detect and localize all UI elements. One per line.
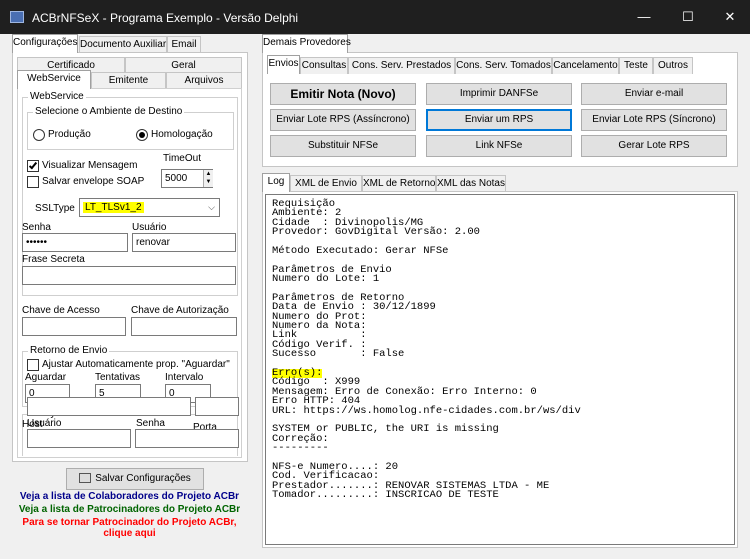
- log-textarea[interactable]: Requisição Ambiente: 2 Cidade : Divinopoli…: [265, 194, 735, 545]
- tab-xml-notas[interactable]: XML das Notas: [436, 175, 506, 192]
- subtab-emitente[interactable]: Emitente: [91, 72, 166, 89]
- chevron-down-icon: ⌵: [208, 202, 215, 212]
- frase-secreta-input[interactable]: [22, 266, 236, 285]
- proxy-senha-input[interactable]: [135, 429, 239, 448]
- provedores-panel: Envios Consultas Cons. Serv. Prestados C…: [262, 52, 738, 167]
- tab-email[interactable]: Email: [167, 36, 201, 53]
- save-icon: [79, 473, 92, 484]
- patrocinadores-link[interactable]: Veja a lista de Patrocinadores do Projet…: [7, 504, 252, 515]
- title-bar: ACBrNFSeX - Programa Exemplo - Versão De…: [0, 0, 750, 34]
- colaboradores-link[interactable]: Veja a lista de Colaboradores do Projeto…: [7, 491, 252, 502]
- tab-cancelamento[interactable]: Cancelamento: [552, 57, 619, 74]
- maximize-button[interactable]: ☐: [678, 8, 698, 26]
- subtab-webservice[interactable]: WebService: [17, 70, 91, 89]
- window-title: ACBrNFSeX - Programa Exemplo - Versão De…: [32, 11, 299, 25]
- log-line: Numero do Lote: 1: [272, 273, 380, 286]
- aguardar-label: Aguardar: [25, 372, 67, 383]
- ssltype-label: SSLType: [35, 203, 75, 214]
- senha-input[interactable]: ••••••: [22, 233, 128, 252]
- producao-radio[interactable]: [33, 129, 45, 141]
- tab-xml-retorno[interactable]: XML de Retorno: [362, 175, 436, 192]
- visualizar-checkbox[interactable]: [27, 160, 39, 172]
- radio-dot: [139, 132, 145, 138]
- tab-documento-auxiliar[interactable]: Documento Auxiliar: [79, 36, 167, 53]
- ambiente-group: Selecione o Ambiente de Destino Produção…: [27, 106, 234, 150]
- tab-cons-serv-prestados[interactable]: Cons. Serv. Prestados: [348, 57, 455, 74]
- ssltype-select[interactable]: LT_TLSv1_2 ⌵: [79, 198, 220, 217]
- tab-outros[interactable]: Outros: [653, 57, 693, 74]
- webservice-group: WebService Selecione o Ambiente de Desti…: [22, 91, 238, 296]
- ambiente-group-title: Selecione o Ambiente de Destino: [33, 106, 185, 118]
- log-line: ---------: [272, 442, 329, 455]
- chave-acesso-input[interactable]: [22, 317, 126, 336]
- tab-xml-envio[interactable]: XML de Envio: [290, 175, 362, 192]
- log-line: Tomador.........: INSCRICAO DE TESTE: [272, 489, 499, 502]
- app-icon: [10, 11, 24, 23]
- host-input[interactable]: [27, 397, 191, 416]
- emitir-nota-button[interactable]: Emitir Nota (Novo): [270, 83, 416, 105]
- salvar-envelope-label: Salvar envelope SOAP: [42, 176, 145, 187]
- tab-teste[interactable]: Teste: [619, 57, 653, 74]
- salvar-envelope-checkbox[interactable]: [27, 176, 39, 188]
- tab-log[interactable]: Log: [262, 173, 290, 192]
- ajustar-checkbox[interactable]: [27, 359, 39, 371]
- link-nfse-button[interactable]: Link NFSe: [426, 135, 572, 157]
- homologacao-label: Homologação: [151, 129, 213, 140]
- tab-cons-serv-tomados[interactable]: Cons. Serv. Tomados: [455, 57, 552, 74]
- subtab-arquivos[interactable]: Arquivos: [166, 72, 242, 89]
- timeout-label: TimeOut: [163, 153, 201, 164]
- tornar-patrocinador-link[interactable]: Para se tornar Patrocinador do Projeto A…: [7, 517, 252, 528]
- proxy-usuario-input[interactable]: [27, 429, 131, 448]
- log-line: Sucesso : False: [272, 348, 405, 361]
- producao-label: Produção: [48, 129, 91, 140]
- enviar-lote-assincrono-button[interactable]: Enviar Lote RPS (Assíncrono): [270, 109, 416, 131]
- chave-autorizacao-input[interactable]: [131, 317, 237, 336]
- webservice-group-title: WebService: [28, 91, 86, 103]
- substituir-nfse-button[interactable]: Substituir NFSe: [270, 135, 416, 157]
- check-icon: [28, 160, 38, 170]
- homologacao-radio[interactable]: [136, 129, 148, 141]
- timeout-spinner[interactable]: ▲ ▼: [203, 170, 213, 187]
- tab-demais-provedores[interactable]: Demais Provedores: [262, 34, 351, 53]
- client-area: Configurações Documento Auxiliar Email C…: [0, 34, 750, 559]
- visualizar-label: Visualizar Mensagem: [42, 160, 138, 171]
- enviar-email-button[interactable]: Enviar e-mail: [581, 83, 727, 105]
- clique-aqui-link[interactable]: clique aqui: [7, 528, 252, 539]
- porta-input[interactable]: [195, 397, 239, 416]
- tentativas-label: Tentativas: [95, 372, 141, 383]
- log-line: URL: https://ws.homolog.nfe-cidades.com.…: [272, 404, 581, 417]
- imprimir-danfse-button[interactable]: Imprimir DANFSe: [426, 83, 572, 105]
- intervalo-label: Intervalo: [165, 372, 204, 383]
- minimize-button[interactable]: —: [634, 8, 654, 26]
- log-panel: Requisição Ambiente: 2 Cidade : Divinopoli…: [262, 191, 738, 548]
- gerar-lote-rps-button[interactable]: Gerar Lote RPS: [581, 135, 727, 157]
- tab-consultas[interactable]: Consultas: [300, 57, 348, 74]
- save-config-label: Salvar Configurações: [95, 473, 191, 484]
- enviar-lote-sincrono-button[interactable]: Enviar Lote RPS (Síncrono): [581, 109, 727, 131]
- chave-acesso-label: Chave de Acesso: [22, 305, 100, 316]
- ssltype-value: LT_TLSv1_2: [83, 202, 144, 213]
- log-text: Requisição Ambiente: 2 Cidade : Divinopoli…: [272, 199, 581, 502]
- save-config-button[interactable]: Salvar Configurações: [66, 468, 204, 490]
- close-button[interactable]: ✕: [720, 8, 740, 26]
- log-line: Provedor: GovDigital Versão: 2.00: [272, 226, 480, 239]
- tab-configuracoes[interactable]: Configurações: [12, 34, 78, 53]
- frase-secreta-label: Frase Secreta: [22, 254, 85, 265]
- usuario-input[interactable]: renovar: [132, 233, 236, 252]
- log-line: Método Executado: Gerar NFSe: [272, 244, 449, 257]
- retorno-group-title: Retorno de Envio: [28, 345, 110, 357]
- tab-envios[interactable]: Envios: [267, 55, 300, 74]
- ajustar-label: Ajustar Automaticamente prop. "Aguardar": [42, 359, 230, 370]
- chave-autorizacao-label: Chave de Autorização: [131, 305, 229, 316]
- enviar-um-rps-button[interactable]: Enviar um RPS: [426, 109, 572, 131]
